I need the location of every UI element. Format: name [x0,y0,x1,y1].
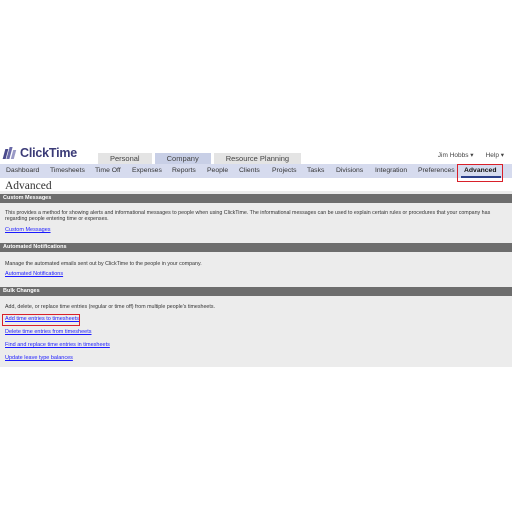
user-menu-button[interactable]: Jim Hobbs ▾ [438,151,474,159]
nav-dashboard[interactable]: Dashboard [6,167,39,174]
section-description: Manage the automated emails sent out by … [5,261,202,267]
tab-personal[interactable]: Personal [98,153,152,164]
nav-integration[interactable]: Integration [375,167,407,174]
link-custom-messages[interactable]: Custom Messages [5,227,51,233]
highlight-advanced-box [457,164,503,182]
nav-preferences[interactable]: Preferences [418,167,455,174]
nav-reports[interactable]: Reports [172,167,196,174]
top-tabs: Personal Company Resource Planning [98,153,302,164]
link-update-leave-balances[interactable]: Update leave type balances [5,355,73,361]
clicktime-logo[interactable]: ClickTime [2,146,78,160]
section-header-custom-messages: Custom Messages [0,194,512,203]
nav-expenses[interactable]: Expenses [132,167,162,174]
nav-projects[interactable]: Projects [272,167,297,174]
section-description: This provides a method for showing alert… [5,210,491,223]
section-description: Add, delete, or replace time entries (re… [5,304,215,310]
nav-divisions[interactable]: Divisions [336,167,363,174]
nav-people[interactable]: People [207,167,228,174]
help-menu-button[interactable]: Help ▾ [486,151,504,159]
link-automated-notifications[interactable]: Automated Notifications [5,271,63,277]
user-menu: Jim Hobbs ▾ Help ▾ [438,151,504,159]
nav-tasks[interactable]: Tasks [307,167,324,174]
link-delete-time-entries[interactable]: Delete time entries from timesheets [5,329,92,335]
link-find-replace-time-entries[interactable]: Find and replace time entries in timeshe… [5,342,110,348]
highlight-add-time-entries-box [2,314,80,326]
section-header-automated-notifications: Automated Notifications [0,243,512,252]
nav-clients[interactable]: Clients [239,167,260,174]
nav-time-off[interactable]: Time Off [95,167,121,174]
nav-timesheets[interactable]: Timesheets [50,167,85,174]
main-nav: Dashboard Timesheets Time Off Expenses R… [0,164,512,178]
tab-resource-planning[interactable]: Resource Planning [213,153,302,164]
tab-company[interactable]: Company [154,153,211,164]
section-header-bulk-changes: Bulk Changes [0,287,512,296]
logo-text: ClickTime [20,146,78,160]
clicktime-logo-icon [2,146,18,160]
